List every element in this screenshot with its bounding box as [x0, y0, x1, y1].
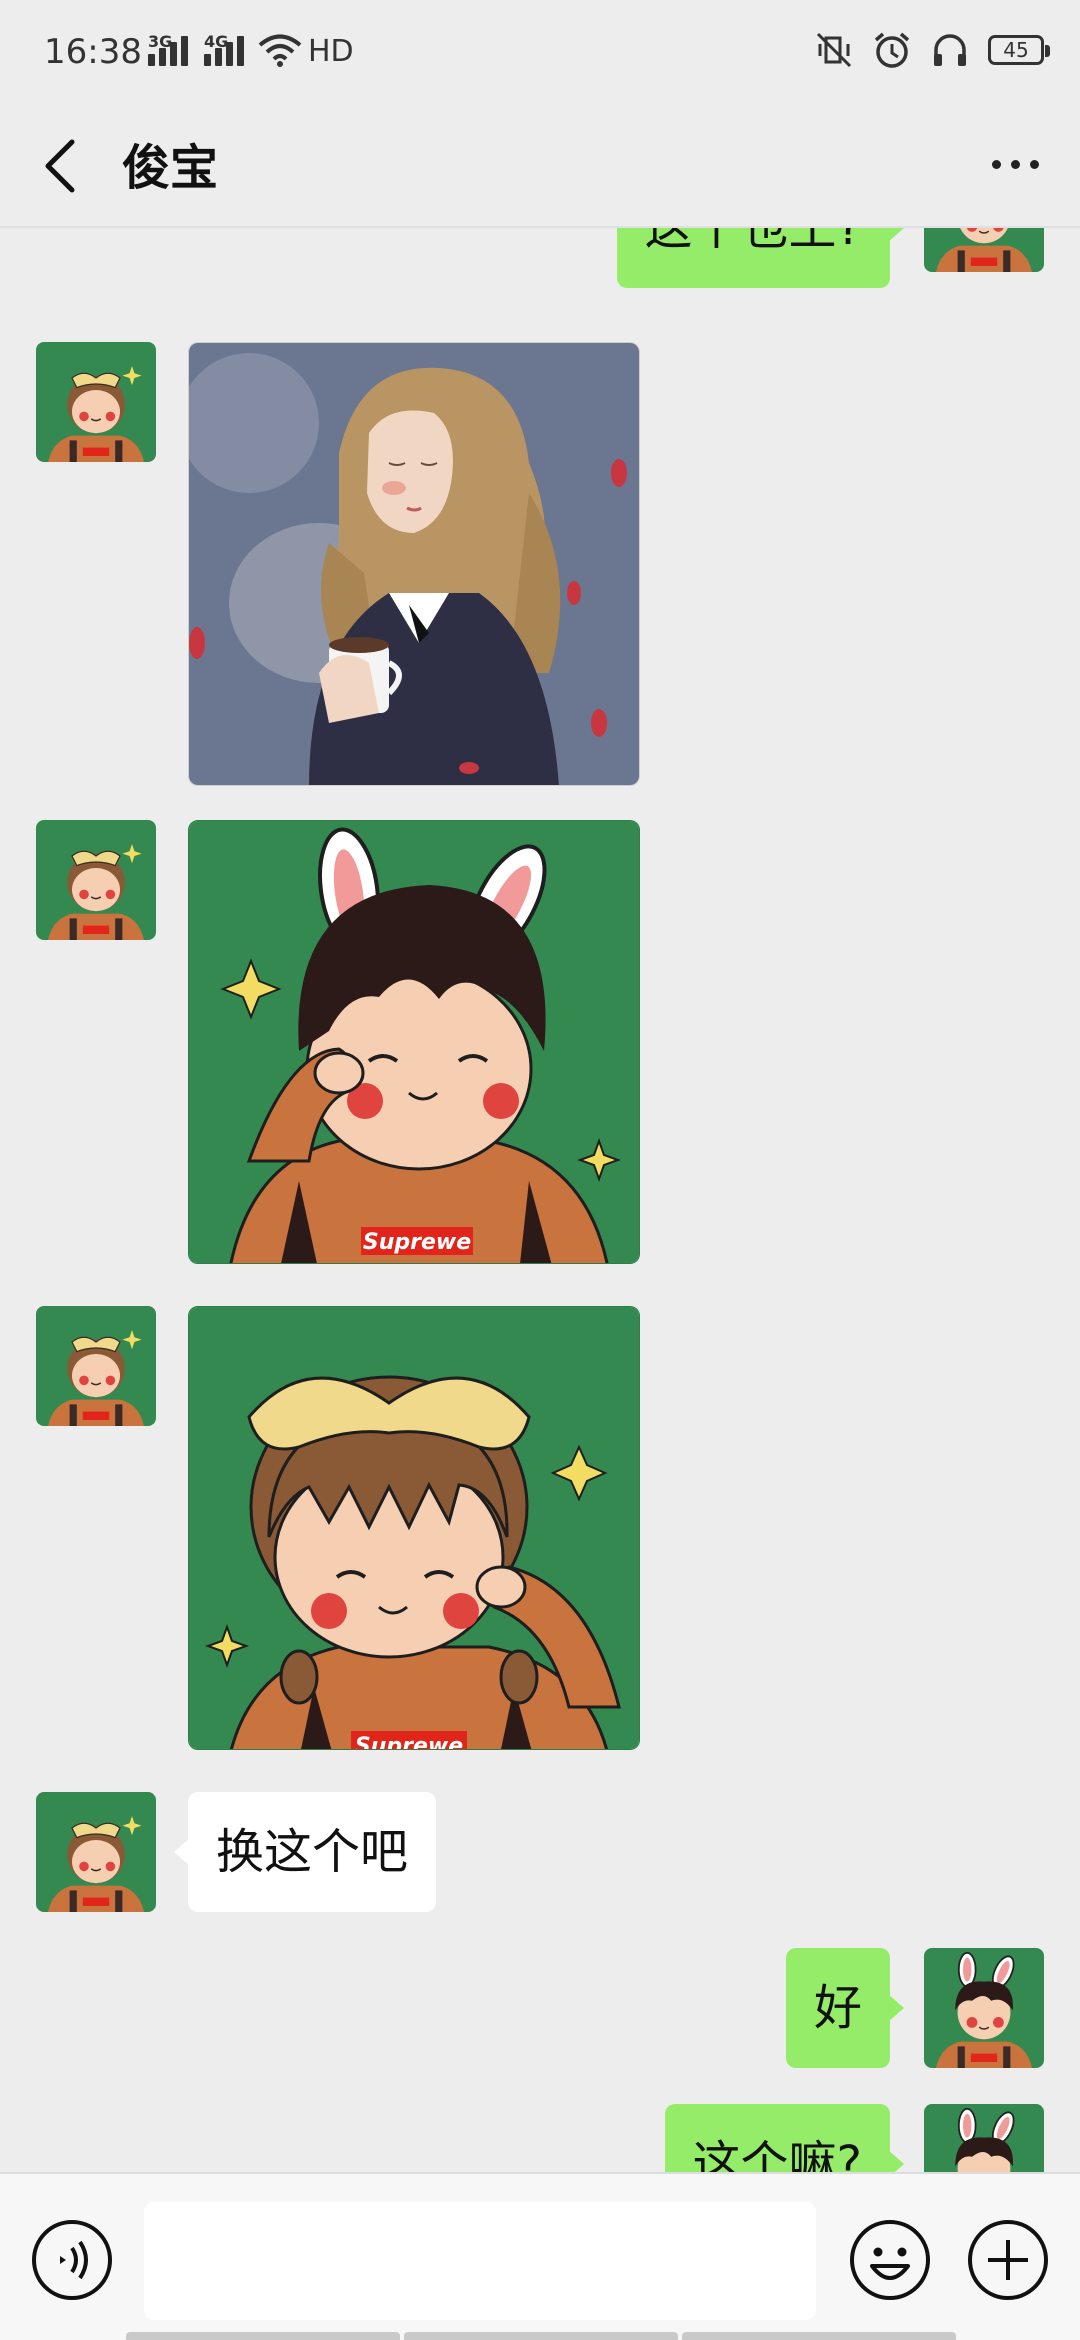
boy-bunny-ears-avatar-image: Suprewe	[189, 821, 639, 1263]
signal-4g-label: 4G	[204, 32, 229, 51]
emoji-button[interactable]	[848, 2218, 932, 2302]
message-bubble-sent[interactable]: 这个也土?	[616, 228, 905, 288]
status-time: 16:38	[44, 32, 142, 72]
status-bar: 16:38 3G 4G HD 45	[0, 0, 1080, 100]
contact-avatar[interactable]	[36, 1792, 156, 1912]
contact-avatar[interactable]	[36, 820, 156, 940]
more-dots-icon	[991, 159, 1001, 169]
girl-with-coffee-image	[189, 343, 639, 785]
suprewe-label: Suprewe	[355, 1734, 463, 1750]
nav-bar: 俊宝	[0, 100, 1080, 228]
plus-icon	[968, 2220, 1048, 2300]
gesture-bar	[126, 2332, 956, 2340]
emoji-icon	[850, 2220, 930, 2300]
signal-4g-icon: 4G	[204, 32, 244, 66]
more-button[interactable]	[980, 134, 1050, 194]
signal-3g-icon: 3G	[148, 32, 188, 66]
plus-button[interactable]	[966, 2218, 1050, 2302]
my-avatar[interactable]	[924, 2104, 1044, 2172]
message-input[interactable]	[144, 2202, 816, 2320]
my-avatar[interactable]	[924, 1948, 1044, 2068]
voice-button[interactable]	[30, 2218, 114, 2302]
voice-icon	[32, 2220, 112, 2300]
headphones-icon	[934, 34, 966, 66]
my-avatar[interactable]	[924, 228, 1044, 272]
image-message[interactable]	[188, 342, 640, 786]
message-bubble-sent[interactable]: 好	[785, 1948, 905, 2068]
contact-avatar[interactable]	[36, 1306, 156, 1426]
hd-voice-label: HD	[308, 34, 354, 69]
wifi-icon	[258, 34, 302, 67]
chat-area[interactable]: 这个也土? Suprewe Suprewe 换这个吧 好 这个嘛?	[0, 228, 1080, 2172]
status-icons-right: 45	[814, 30, 1050, 70]
message-bubble-received[interactable]: 换这个吧	[173, 1792, 437, 1912]
message-bubble-sent[interactable]: 这个嘛?	[664, 2104, 905, 2172]
mute-vibrate-icon	[816, 32, 852, 68]
back-button[interactable]	[34, 130, 94, 200]
alarm-icon	[874, 32, 910, 68]
signal-3g-label: 3G	[148, 32, 173, 51]
input-bar	[0, 2172, 1080, 2340]
chevron-left-icon	[45, 139, 75, 193]
battery-icon: 45	[988, 35, 1050, 65]
image-message[interactable]: Suprewe	[188, 820, 640, 1264]
girl-yellow-bow-avatar-image: Suprewe	[189, 1307, 639, 1750]
contact-avatar[interactable]	[36, 342, 156, 462]
chat-title: 俊宝	[122, 140, 219, 196]
battery-level: 45	[1003, 38, 1029, 62]
suprewe-label: Suprewe	[363, 1230, 471, 1255]
image-message[interactable]: Suprewe	[188, 1306, 640, 1750]
